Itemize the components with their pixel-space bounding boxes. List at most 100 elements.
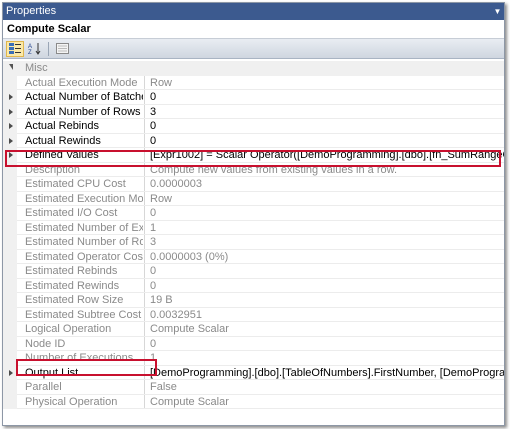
- property-value[interactable]: 0: [150, 91, 504, 103]
- property-value[interactable]: 0: [150, 135, 504, 147]
- row-gutter: [3, 162, 17, 177]
- property-pages-icon[interactable]: [53, 41, 71, 57]
- column-divider[interactable]: [144, 264, 145, 279]
- property-name: Number of Executions: [25, 352, 134, 364]
- property-name: Estimated I/O Cost: [25, 207, 118, 219]
- column-divider[interactable]: [144, 249, 145, 264]
- property-row[interactable]: Estimated Row Size 19 B: [3, 293, 504, 308]
- column-divider[interactable]: [144, 162, 145, 177]
- column-divider[interactable]: [144, 75, 145, 90]
- property-value[interactable]: 0.0032951: [150, 309, 504, 321]
- column-divider[interactable]: [144, 322, 145, 337]
- property-value[interactable]: False: [150, 381, 504, 393]
- property-row[interactable]: Parallel False: [3, 380, 504, 395]
- property-row[interactable]: Estimated Operator Cost 0.0000003 (0%): [3, 249, 504, 264]
- property-row[interactable]: Actual Execution Mode Row: [3, 75, 504, 90]
- column-divider[interactable]: [144, 307, 145, 322]
- column-divider[interactable]: [144, 278, 145, 293]
- property-value[interactable]: Compute Scalar: [150, 396, 504, 408]
- expand-arrow-icon[interactable]: [9, 369, 13, 376]
- row-gutter: [3, 293, 17, 308]
- property-name: Logical Operation: [25, 323, 112, 335]
- property-row[interactable]: Actual Number of Rows 3: [3, 104, 504, 119]
- toolbar-separator: [48, 41, 49, 56]
- property-row[interactable]: Number of Executions 1: [3, 351, 504, 366]
- property-row[interactable]: Estimated CPU Cost 0.0000003: [3, 177, 504, 192]
- property-value[interactable]: 0: [150, 207, 504, 219]
- property-row[interactable]: Output List [DemoProgramming].[dbo].[Tabl…: [3, 365, 504, 380]
- property-value[interactable]: 0: [150, 338, 504, 350]
- property-value[interactable]: 0: [150, 120, 504, 132]
- property-value[interactable]: 0.0000003: [150, 178, 504, 190]
- property-row[interactable]: Estimated Number of Executions 1: [3, 220, 504, 235]
- property-name: Estimated Rewinds: [25, 279, 120, 292]
- column-divider[interactable]: [144, 336, 145, 351]
- row-gutter: [3, 220, 17, 235]
- property-value[interactable]: [Expr1002] = Scalar Operator([DemoProgra…: [150, 149, 504, 161]
- property-value[interactable]: 3: [150, 236, 504, 248]
- column-divider[interactable]: [144, 351, 145, 366]
- column-divider[interactable]: [144, 220, 145, 235]
- column-divider[interactable]: [144, 177, 145, 192]
- property-row[interactable]: Defined Values [Expr1002] = Scalar Operat…: [3, 148, 504, 163]
- column-divider[interactable]: [144, 206, 145, 221]
- property-name: Defined Values: [25, 149, 99, 161]
- property-value[interactable]: Compute Scalar: [150, 323, 504, 335]
- property-row[interactable]: Estimated I/O Cost 0: [3, 206, 504, 221]
- property-value[interactable]: 0: [150, 265, 504, 277]
- property-value[interactable]: [DemoProgramming].[dbo].[TableOfNumbers]…: [150, 367, 504, 379]
- property-value[interactable]: Row: [150, 77, 504, 89]
- property-value[interactable]: 19 B: [150, 294, 504, 306]
- property-row[interactable]: Actual Rewinds 0: [3, 133, 504, 148]
- property-row[interactable]: Estimated Rewinds 0: [3, 278, 504, 293]
- property-value[interactable]: Compute new values from existing values …: [150, 164, 504, 176]
- property-name: Estimated Subtree Cost: [25, 308, 142, 321]
- property-value[interactable]: 0: [150, 280, 504, 292]
- row-gutter: [3, 249, 17, 264]
- property-row[interactable]: Estimated Execution Mode Row: [3, 191, 504, 206]
- categorized-icon[interactable]: [6, 40, 24, 57]
- row-gutter: [3, 380, 17, 395]
- property-row[interactable]: Logical Operation Compute Scalar: [3, 322, 504, 337]
- property-value[interactable]: 0.0000003 (0%): [150, 251, 504, 263]
- sort-alpha-icon[interactable]: A Z: [26, 41, 44, 57]
- column-divider[interactable]: [144, 119, 145, 134]
- property-row[interactable]: Node ID 0: [3, 336, 504, 351]
- expand-arrow-icon[interactable]: [9, 137, 13, 144]
- property-value[interactable]: 1: [150, 222, 504, 234]
- property-name: Estimated Execution Mode: [25, 192, 143, 205]
- column-divider[interactable]: [144, 394, 145, 409]
- column-divider[interactable]: [144, 148, 145, 163]
- property-row[interactable]: Estimated Subtree Cost 0.0032951: [3, 307, 504, 322]
- column-divider[interactable]: [144, 90, 145, 105]
- category-row-misc[interactable]: Misc: [3, 61, 504, 76]
- row-gutter: [3, 75, 17, 90]
- column-divider[interactable]: [144, 104, 145, 119]
- expand-arrow-icon[interactable]: [9, 152, 13, 158]
- property-row[interactable]: Actual Rebinds 0: [3, 119, 504, 134]
- property-value[interactable]: 1: [150, 352, 504, 364]
- window-menu-dropdown-icon[interactable]: ▼: [493, 7, 502, 16]
- column-divider[interactable]: [144, 293, 145, 308]
- column-divider[interactable]: [144, 380, 145, 395]
- column-divider[interactable]: [144, 133, 145, 148]
- property-name: Actual Number of Batches: [25, 91, 143, 103]
- column-divider[interactable]: [144, 191, 145, 206]
- property-row[interactable]: Actual Number of Batches 0: [3, 90, 504, 105]
- row-gutter: [3, 235, 17, 250]
- row-gutter: [3, 336, 17, 351]
- collapse-icon[interactable]: [9, 64, 13, 70]
- column-divider[interactable]: [144, 365, 145, 380]
- expand-arrow-icon[interactable]: [9, 94, 13, 100]
- property-row[interactable]: Estimated Rebinds 0: [3, 264, 504, 279]
- column-divider[interactable]: [144, 235, 145, 250]
- property-row[interactable]: Estimated Number of Rows 3: [3, 235, 504, 250]
- expand-arrow-icon[interactable]: [9, 108, 13, 115]
- property-value[interactable]: 3: [150, 106, 504, 118]
- expand-arrow-icon[interactable]: [9, 123, 13, 129]
- properties-window: Properties ▼ Compute Scalar A Z Misc Act…: [2, 2, 505, 426]
- property-value[interactable]: Row: [150, 193, 504, 205]
- property-row[interactable]: Description Compute new values from exist…: [3, 162, 504, 177]
- property-row[interactable]: Physical Operation Compute Scalar: [3, 394, 504, 409]
- property-name: Estimated Rebinds: [25, 265, 118, 277]
